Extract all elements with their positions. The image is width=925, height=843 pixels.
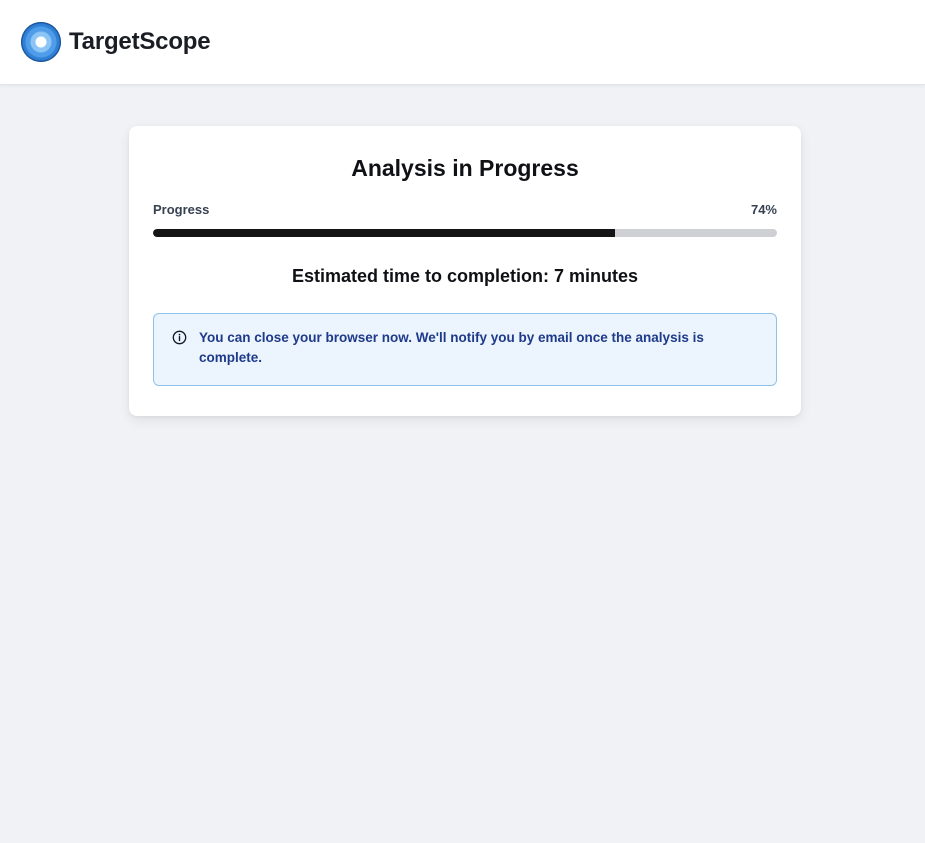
progress-label: Progress (153, 202, 210, 217)
info-notice: You can close your browser now. We'll no… (153, 313, 777, 386)
progress-bar-fill (153, 229, 615, 237)
analysis-progress-card: Analysis in Progress Progress 74% Estima… (129, 126, 801, 416)
brand-name: TargetScope (69, 28, 211, 55)
eta-text: Estimated time to completion: 7 minutes (291, 266, 639, 286)
notice-text: You can close your browser now. We'll no… (199, 330, 704, 365)
progress-bar-track (153, 229, 777, 237)
app-header: TargetScope (0, 0, 925, 85)
card-title: Analysis in Progress (351, 155, 579, 181)
progress-percent: 74% (750, 202, 777, 217)
info-icon (172, 330, 187, 345)
progress-header: Progress 74% (153, 202, 777, 218)
target-logo-icon (21, 22, 61, 62)
